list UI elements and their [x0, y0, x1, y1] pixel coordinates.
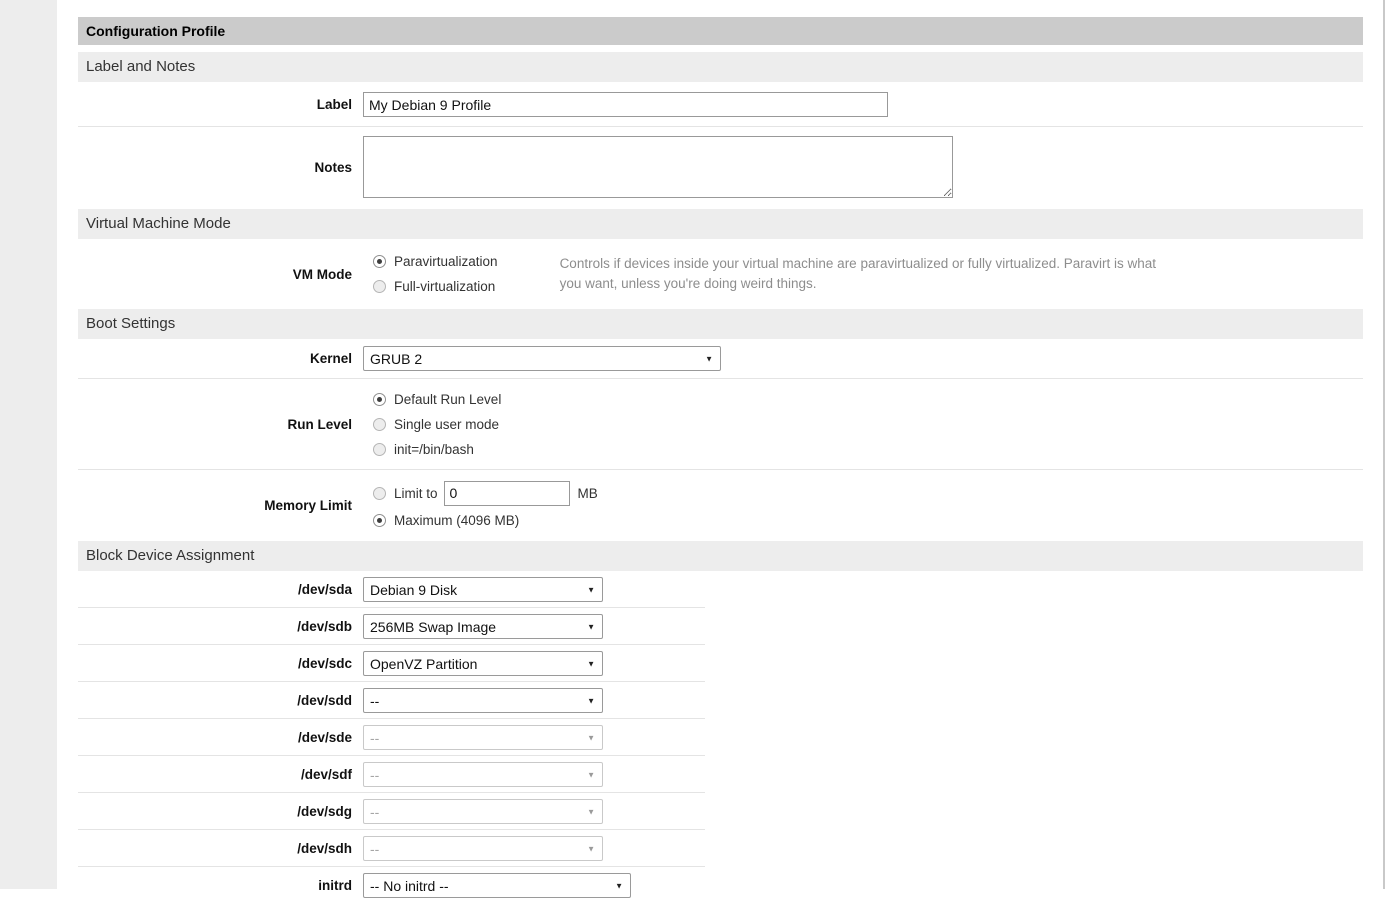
- select-value: --: [370, 767, 379, 783]
- configuration-profile-form: Configuration Profile Label and Notes La…: [78, 17, 1363, 903]
- dropdown-arrow-icon: ▼: [587, 844, 595, 853]
- device-select-initrd[interactable]: -- No initrd -- ▼: [363, 873, 631, 898]
- select-value: Debian 9 Disk: [370, 582, 457, 598]
- vm-mode-help-text: Controls if devices inside your virtual …: [560, 254, 1180, 294]
- radio-icon: [373, 393, 386, 406]
- section-header-label-and-notes: Label and Notes: [78, 52, 1363, 82]
- memory-unit-label: MB: [578, 486, 598, 501]
- vm-mode-row: VM Mode Paravirtualization Full-virtuali…: [78, 239, 1363, 309]
- dropdown-arrow-icon: ▼: [705, 354, 713, 363]
- device-label: initrd: [78, 878, 363, 893]
- radio-icon: [373, 418, 386, 431]
- vm-mode-label: VM Mode: [78, 267, 363, 282]
- device-row-sdf: /dev/sdf -- ▼: [78, 756, 705, 793]
- radio-option-label: Full-virtualization: [394, 279, 495, 294]
- device-row-initrd: initrd -- No initrd -- ▼: [78, 867, 705, 903]
- device-label: /dev/sda: [78, 582, 363, 597]
- left-gutter: [0, 0, 57, 889]
- select-value: --: [370, 804, 379, 820]
- kernel-select[interactable]: GRUB 2 ▼: [363, 346, 721, 371]
- device-row-sde: /dev/sde -- ▼: [78, 719, 705, 756]
- device-label: /dev/sdd: [78, 693, 363, 708]
- radio-option-default-run-level[interactable]: Default Run Level: [373, 387, 501, 412]
- device-row-sda: /dev/sda Debian 9 Disk ▼: [78, 571, 705, 608]
- label-input[interactable]: [363, 92, 888, 117]
- device-select-sdh[interactable]: -- ▼: [363, 836, 603, 861]
- radio-option-label: init=/bin/bash: [394, 442, 474, 457]
- dropdown-arrow-icon: ▼: [587, 659, 595, 668]
- radio-option-single-user-mode[interactable]: Single user mode: [373, 412, 501, 437]
- kernel-row: Kernel GRUB 2 ▼: [78, 339, 1363, 379]
- device-select-sde[interactable]: -- ▼: [363, 725, 603, 750]
- device-select-sdg[interactable]: -- ▼: [363, 799, 603, 824]
- dropdown-arrow-icon: ▼: [587, 622, 595, 631]
- radio-option-label: Limit to: [394, 486, 438, 501]
- radio-option-limit-to[interactable]: Limit to MB: [373, 478, 598, 508]
- dropdown-arrow-icon: ▼: [587, 733, 595, 742]
- device-row-sdc: /dev/sdc OpenVZ Partition ▼: [78, 645, 705, 682]
- device-select-sdf[interactable]: -- ▼: [363, 762, 603, 787]
- device-select-sdb[interactable]: 256MB Swap Image ▼: [363, 614, 603, 639]
- block-device-list: /dev/sda Debian 9 Disk ▼ /dev/sdb 256MB …: [78, 571, 705, 903]
- run-level-label: Run Level: [78, 417, 363, 432]
- memory-limit-input[interactable]: [444, 481, 570, 506]
- kernel-label: Kernel: [78, 351, 363, 366]
- radio-option-label: Maximum (4096 MB): [394, 513, 519, 528]
- device-label: /dev/sdb: [78, 619, 363, 634]
- radio-option-label: Single user mode: [394, 417, 499, 432]
- select-value: 256MB Swap Image: [370, 619, 496, 635]
- device-label: /dev/sde: [78, 730, 363, 745]
- radio-option-label: Default Run Level: [394, 392, 501, 407]
- memory-limit-row: Memory Limit Limit to MB Maximum (4096 M…: [78, 470, 1363, 541]
- radio-option-paravirtualization[interactable]: Paravirtualization: [373, 249, 498, 274]
- select-value: GRUB 2: [370, 351, 422, 367]
- section-header-virtual-machine-mode: Virtual Machine Mode: [78, 209, 1363, 239]
- section-header-boot-settings: Boot Settings: [78, 309, 1363, 339]
- device-row-sdd: /dev/sdd -- ▼: [78, 682, 705, 719]
- radio-option-label: Paravirtualization: [394, 254, 498, 269]
- radio-icon: [373, 514, 386, 527]
- vm-mode-options: Paravirtualization Full-virtualization: [363, 249, 498, 299]
- device-label: /dev/sdf: [78, 767, 363, 782]
- notes-field-label: Notes: [78, 160, 363, 175]
- radio-icon: [373, 487, 386, 500]
- memory-limit-label: Memory Limit: [78, 498, 363, 513]
- device-row-sdb: /dev/sdb 256MB Swap Image ▼: [78, 608, 705, 645]
- notes-textarea[interactable]: [363, 136, 953, 198]
- radio-icon: [373, 443, 386, 456]
- page-title: Configuration Profile: [78, 17, 1363, 45]
- radio-icon: [373, 280, 386, 293]
- device-label: /dev/sdh: [78, 841, 363, 856]
- label-row: Label: [78, 82, 1363, 127]
- radio-icon: [373, 255, 386, 268]
- device-select-sda[interactable]: Debian 9 Disk ▼: [363, 577, 603, 602]
- label-field-label: Label: [78, 97, 363, 112]
- dropdown-arrow-icon: ▼: [587, 585, 595, 594]
- section-header-block-device-assignment: Block Device Assignment: [78, 541, 1363, 571]
- radio-option-maximum-memory[interactable]: Maximum (4096 MB): [373, 508, 598, 533]
- select-value: --: [370, 693, 379, 709]
- dropdown-arrow-icon: ▼: [587, 770, 595, 779]
- device-select-sdd[interactable]: -- ▼: [363, 688, 603, 713]
- run-level-row: Run Level Default Run Level Single user …: [78, 379, 1363, 470]
- run-level-options: Default Run Level Single user mode init=…: [363, 387, 501, 462]
- select-value: -- No initrd --: [370, 878, 449, 894]
- notes-row: Notes: [78, 127, 1363, 209]
- dropdown-arrow-icon: ▼: [587, 696, 595, 705]
- radio-option-full-virtualization[interactable]: Full-virtualization: [373, 274, 498, 299]
- device-row-sdg: /dev/sdg -- ▼: [78, 793, 705, 830]
- page-right-border: [1383, 0, 1385, 889]
- dropdown-arrow-icon: ▼: [587, 807, 595, 816]
- device-row-sdh: /dev/sdh -- ▼: [78, 830, 705, 867]
- select-value: --: [370, 841, 379, 857]
- select-value: --: [370, 730, 379, 746]
- select-value: OpenVZ Partition: [370, 656, 477, 672]
- memory-limit-options: Limit to MB Maximum (4096 MB): [363, 478, 598, 533]
- device-label: /dev/sdg: [78, 804, 363, 819]
- radio-option-init-bin-bash[interactable]: init=/bin/bash: [373, 437, 501, 462]
- device-label: /dev/sdc: [78, 656, 363, 671]
- device-select-sdc[interactable]: OpenVZ Partition ▼: [363, 651, 603, 676]
